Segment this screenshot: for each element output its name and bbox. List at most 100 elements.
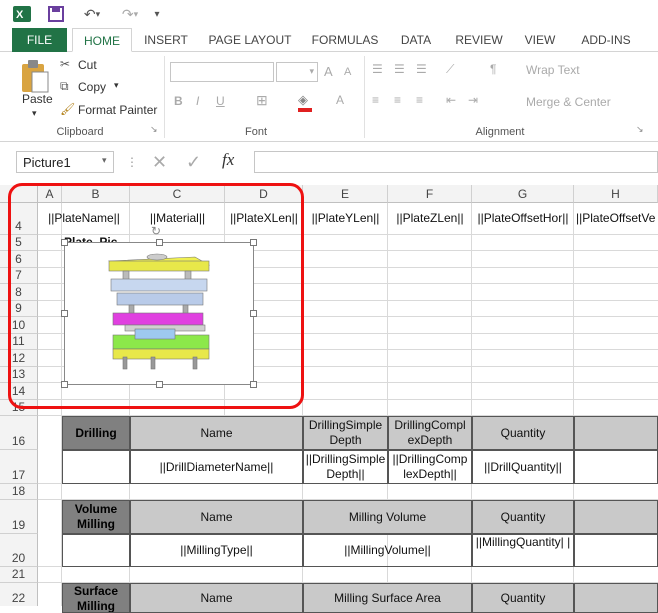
tab-formulas[interactable]: FORMULAS	[308, 28, 382, 52]
column-header-h[interactable]: H	[574, 185, 658, 203]
name-box-dropdown-icon[interactable]: ▾	[102, 155, 107, 166]
volume-quantity-header[interactable]: Quantity	[472, 500, 574, 534]
drilling-simple-header[interactable]: DrillingSimple Depth	[303, 416, 388, 450]
clipboard-group-label: Clipboard	[56, 126, 104, 138]
drill-diameter-name-cell[interactable]: ||DrillDiameterName||	[130, 450, 303, 484]
tab-add-ins[interactable]: ADD-INS	[576, 28, 636, 52]
save-icon[interactable]	[44, 4, 68, 24]
surface-area-header[interactable]: Milling Surface Area	[303, 583, 472, 613]
paste-button[interactable]: Paste	[22, 92, 53, 106]
wrap-text-button[interactable]: Wrap Text	[526, 63, 580, 77]
drilling-extra-cell[interactable]	[574, 450, 658, 484]
shrink-font-button[interactable]: A	[344, 66, 351, 78]
volume-extra-cell[interactable]	[574, 534, 658, 567]
drilling-extra-header[interactable]	[574, 416, 658, 450]
row-header-19[interactable]: 19	[0, 500, 38, 534]
fill-color-bar	[298, 108, 312, 112]
column-header-f[interactable]: F	[388, 185, 472, 203]
volume-name-header[interactable]: Name	[130, 500, 303, 534]
italic-button[interactable]: I	[196, 94, 199, 108]
borders-icon[interactable]: ⊞	[256, 92, 268, 109]
drilling-complex-header[interactable]: DrillingCompl exDepth	[388, 416, 472, 450]
row-header-22[interactable]: 22	[0, 583, 38, 606]
cell-e4[interactable]: ||PlateYLen||	[303, 203, 388, 234]
row-header-21[interactable]: 21	[0, 567, 38, 583]
name-box[interactable]: Picture1	[16, 151, 114, 173]
underline-button[interactable]: U	[216, 94, 225, 108]
copy-icon: ⧉	[60, 79, 69, 93]
copy-dropdown-icon[interactable]: ▾	[114, 80, 119, 91]
row-header-16[interactable]: 16	[0, 416, 38, 450]
milling-quantity-cell[interactable]: ||MillingQuantity| |	[472, 534, 574, 567]
paste-icon[interactable]	[20, 58, 50, 94]
volume-blank-cell[interactable]	[62, 534, 130, 567]
drill-quantity-cell[interactable]: ||DrillQuantity||	[472, 450, 574, 484]
drilling-name-header[interactable]: Name	[130, 416, 303, 450]
row-header-18[interactable]: 18	[0, 484, 38, 500]
align-middle-icon[interactable]: ☰	[394, 62, 405, 76]
row-header-20[interactable]: 20	[0, 534, 38, 567]
drilling-complex-cell[interactable]: ||DrillingComp lexDepth||	[388, 450, 472, 484]
tab-data[interactable]: DATA	[394, 28, 438, 52]
font-size-select[interactable]: ▾	[276, 62, 318, 82]
clipboard-launcher-icon[interactable]: ↘	[150, 124, 158, 135]
column-header-g[interactable]: G	[472, 185, 574, 203]
text-direction-icon[interactable]: ¶	[490, 62, 496, 76]
decrease-indent-icon[interactable]: ⇤	[446, 93, 456, 107]
cut-button[interactable]: Cut	[78, 58, 97, 72]
alignment-group-label: Alignment	[475, 126, 525, 138]
tab-insert[interactable]: INSERT	[140, 28, 192, 52]
volume-header[interactable]: Milling Volume	[303, 500, 472, 534]
cell-g4[interactable]: ||PlateOffsetHor||	[472, 203, 574, 234]
grow-font-button[interactable]: A	[324, 64, 333, 79]
column-header-e[interactable]: E	[303, 185, 388, 203]
highlight-box	[8, 183, 304, 409]
orientation-icon[interactable]: ⟋	[446, 62, 454, 77]
align-right-icon[interactable]: ≡	[416, 93, 423, 107]
bold-button[interactable]: B	[174, 94, 183, 108]
cell-h4[interactable]: ||PlateOffsetVe	[574, 203, 658, 234]
separator	[164, 56, 165, 138]
insert-function-button[interactable]: fx	[222, 150, 234, 170]
formula-input[interactable]	[254, 151, 658, 173]
align-top-icon[interactable]: ☰	[372, 62, 383, 76]
align-center-icon[interactable]: ≡	[394, 93, 401, 107]
drilling-quantity-header[interactable]: Quantity	[472, 416, 574, 450]
milling-volume-cell[interactable]: ||MillingVolume||	[303, 534, 472, 567]
volume-milling-title[interactable]: Volume Milling	[62, 500, 130, 534]
drilling-simple-cell[interactable]: ||DrillingSimple Depth||	[303, 450, 388, 484]
separator	[364, 56, 365, 138]
tab-page-layout[interactable]: PAGE LAYOUT	[206, 28, 294, 52]
align-bottom-icon[interactable]: ☰	[416, 62, 427, 76]
cell-f4[interactable]: ||PlateZLen||	[388, 203, 472, 234]
format-painter-button[interactable]: Format Painter	[78, 103, 157, 117]
merge-center-button[interactable]: Merge & Center	[526, 95, 611, 109]
redo-icon[interactable]: ↷ ▾	[114, 4, 146, 24]
fill-color-icon[interactable]: ◈	[298, 92, 308, 108]
tab-home[interactable]: HOME	[72, 28, 132, 52]
surface-milling-title[interactable]: Surface Milling	[62, 583, 130, 613]
cancel-icon[interactable]: ✕	[152, 152, 167, 173]
enter-icon[interactable]: ✓	[186, 152, 201, 173]
customize-icon[interactable]: ▾	[150, 4, 164, 24]
surface-quantity-header[interactable]: Quantity	[472, 583, 574, 613]
tab-file[interactable]: FILE	[12, 28, 67, 52]
drilling-blank-cell[interactable]	[62, 450, 130, 484]
copy-button[interactable]: Copy	[78, 80, 106, 94]
align-left-icon[interactable]: ≡	[372, 93, 379, 107]
surface-name-header[interactable]: Name	[130, 583, 303, 613]
increase-indent-icon[interactable]: ⇥	[468, 93, 478, 107]
format-painter-icon: 🖌	[60, 102, 76, 116]
tab-review[interactable]: REVIEW	[452, 28, 506, 52]
row-header-17[interactable]: 17	[0, 450, 38, 484]
undo-icon[interactable]: ↶ ▾	[76, 4, 108, 24]
alignment-launcher-icon[interactable]: ↘	[636, 124, 644, 135]
font-name-select[interactable]	[170, 62, 274, 82]
tab-view[interactable]: VIEW	[520, 28, 560, 52]
surface-extra-header[interactable]	[574, 583, 658, 613]
milling-type-cell[interactable]: ||MillingType||	[130, 534, 303, 567]
paste-dropdown-icon[interactable]: ▾	[32, 108, 37, 119]
font-color-icon[interactable]: A	[336, 93, 344, 107]
drilling-title[interactable]: Drilling	[62, 416, 130, 450]
volume-extra-header[interactable]	[574, 500, 658, 534]
